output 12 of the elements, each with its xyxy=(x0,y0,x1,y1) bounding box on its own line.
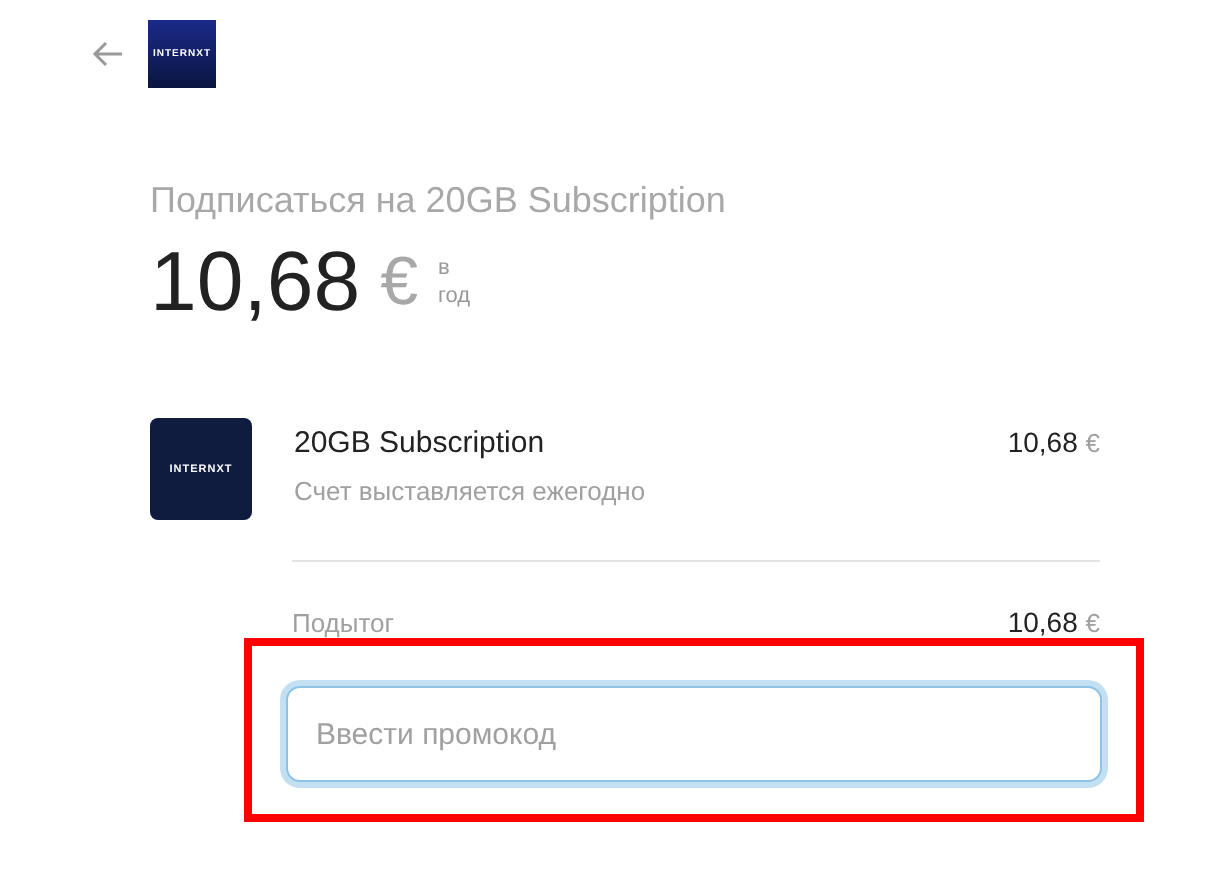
period-label: год xyxy=(438,282,471,310)
currency-symbol: € xyxy=(380,243,419,321)
back-arrow-icon[interactable] xyxy=(92,40,124,68)
subtotal-label: Подытог xyxy=(292,608,394,638)
period-label: в xyxy=(438,254,452,282)
product-price: 10,68 € xyxy=(1007,426,1100,458)
promo-code-field[interactable]: Ввести промокод xyxy=(286,686,1102,782)
page-title: Подписаться на 20GB Subscription xyxy=(150,180,728,222)
product-name: 20GB Subscription xyxy=(294,426,545,460)
billing-note: Счет выставляется ежегодно xyxy=(294,476,648,506)
price-amount: 10,68 xyxy=(150,234,361,330)
subtotal-amount: 10,68 € xyxy=(1007,606,1100,638)
